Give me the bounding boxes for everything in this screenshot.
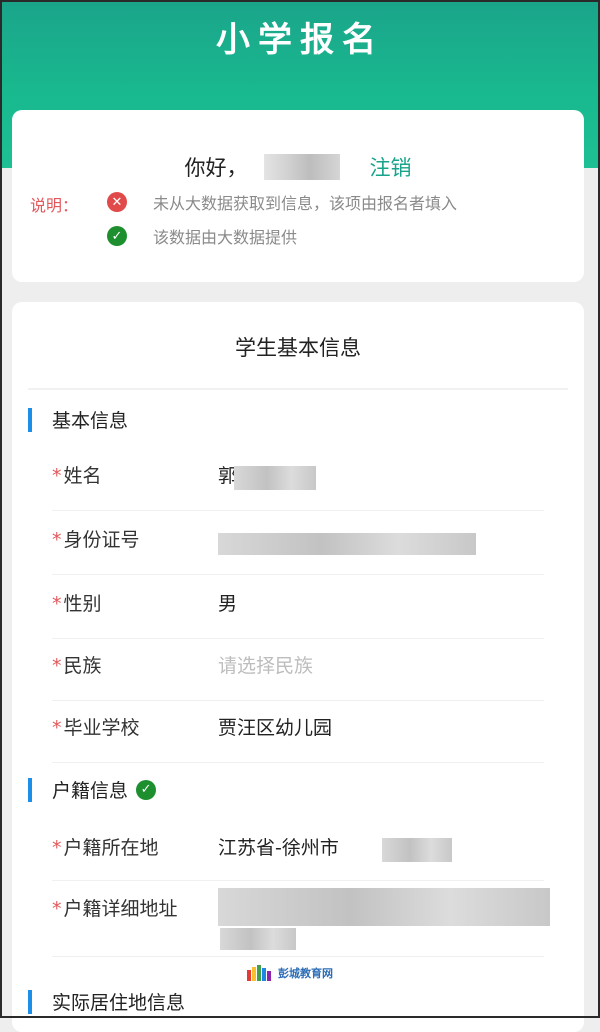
household-location-value: 江苏省-徐州市 (218, 837, 339, 859)
greeting-row: 你好， 注销 (12, 152, 584, 182)
form-title: 学生基本信息 (235, 336, 361, 360)
field-gender[interactable]: * 性别 男 (52, 588, 544, 639)
household-info-header: 户籍信息 ✓ (28, 776, 157, 803)
field-household-address[interactable]: * 户籍详细地址 (52, 888, 550, 957)
user-name-redacted (263, 154, 340, 180)
ethnicity-select[interactable]: 请选择民族 (218, 650, 313, 682)
residence-info-title: 实际居住地信息 (52, 992, 186, 1014)
legend-error-row: ✕ 未从大数据获取到信息，该项由报名者填入 (107, 190, 457, 214)
field-label: * 户籍所在地 (52, 837, 159, 859)
page-title: 小学报名 (216, 20, 384, 60)
book-icon (247, 965, 271, 981)
basic-info-title: 基本信息 (52, 410, 129, 432)
student-form-card: 学生基本信息 基本信息 * 姓名 郭 * 身份证号 * 性别 男 * 民族 请选择民族 … (12, 302, 584, 1032)
basic-info-header: 基本信息 (28, 406, 128, 433)
legend-ok-text: 该数据由大数据提供 (153, 228, 298, 247)
field-label: * 身份证号 (52, 529, 140, 551)
address-redacted-line2 (220, 928, 296, 950)
field-household-location[interactable]: * 户籍所在地 江苏省-徐州市 (52, 832, 544, 881)
address-redacted-line1 (218, 888, 550, 926)
watermark-logo: 彭城教育网 (246, 964, 333, 982)
section-bar (28, 989, 32, 1014)
field-label: * 毕业学校 (52, 717, 140, 739)
field-label: * 性别 (52, 593, 102, 615)
greeting-text: 你好， (184, 156, 248, 180)
legend-error-text: 未从大数据获取到信息，该项由报名者填入 (153, 194, 458, 213)
field-name[interactable]: * 姓名 郭 (52, 460, 544, 511)
gender-value: 男 (218, 593, 238, 615)
field-label: * 户籍详细地址 (52, 898, 178, 920)
field-label: * 姓名 (52, 465, 102, 487)
id-number-redacted (218, 533, 476, 555)
location-redacted (382, 838, 452, 862)
x-circle-icon: ✕ (107, 192, 127, 212)
field-graduate-school[interactable]: * 毕业学校 贾汪区幼儿园 (52, 712, 544, 763)
section-bar (28, 777, 32, 802)
check-circle-icon: ✓ (136, 779, 157, 800)
school-value: 贾汪区幼儿园 (218, 717, 333, 739)
logout-link[interactable]: 注销 (370, 152, 412, 182)
field-id-number[interactable]: * 身份证号 (52, 524, 544, 575)
check-circle-icon: ✓ (107, 226, 127, 246)
residence-info-header: 实际居住地信息 (28, 988, 185, 1015)
name-redacted (234, 466, 316, 490)
divider (28, 388, 568, 390)
legend-label: 说明： (30, 196, 79, 215)
legend-ok-row: ✓ 该数据由大数据提供 (107, 224, 297, 248)
watermark-text: 彭城教育网 (278, 967, 333, 980)
field-label: * 民族 (52, 655, 102, 677)
household-info-title: 户籍信息 (52, 780, 129, 802)
field-ethnicity[interactable]: * 民族 请选择民族 (52, 650, 544, 701)
user-info-card: 你好， 注销 说明： ✕ 未从大数据获取到信息，该项由报名者填入 ✓ 该数据由大… (12, 110, 584, 282)
section-bar (28, 407, 32, 432)
